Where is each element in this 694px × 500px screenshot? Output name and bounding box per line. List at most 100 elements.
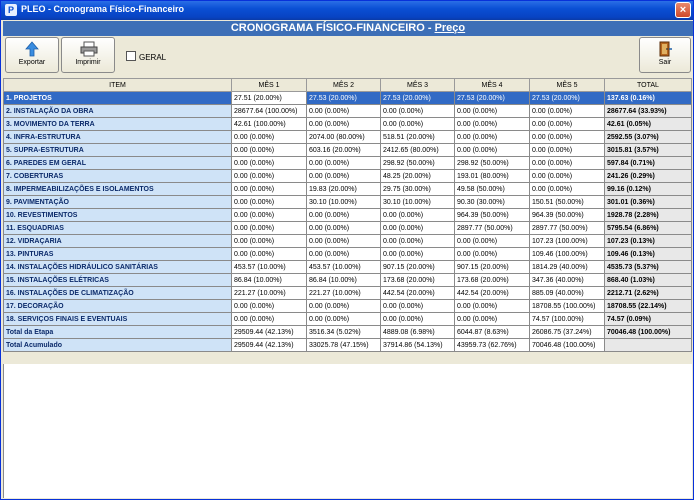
month-2-cell[interactable]: 603.16 (20.00%) — [306, 143, 381, 157]
table-row[interactable]: 8. IMPERMEABILIZAÇÕES E ISOLAMENTOS 0.00 … — [3, 182, 692, 196]
total-cell[interactable]: 1928.78 (2.28%) — [604, 208, 692, 222]
month-4-cell[interactable]: 2897.77 (50.00%) — [454, 221, 530, 235]
table-row[interactable]: 6. PAREDES EM GERAL 0.00 (0.00%) 0.00 (0.0… — [3, 156, 692, 170]
month-1-cell[interactable]: 0.00 (0.00%) — [231, 156, 307, 170]
title-bar[interactable]: P PLEO - Cronograma Físico-Financeiro × — [1, 1, 693, 20]
item-cell[interactable]: 9. PAVIMENTAÇÃO — [3, 195, 232, 209]
month-4-cell[interactable]: 90.30 (30.00%) — [454, 195, 530, 209]
month-4-cell[interactable]: 193.01 (80.00%) — [454, 169, 530, 183]
month-3-cell[interactable]: 0.00 (0.00%) — [380, 299, 455, 313]
item-cell[interactable]: 6. PAREDES EM GERAL — [3, 156, 232, 170]
month-2-cell[interactable]: 0.00 (0.00%) — [306, 299, 381, 313]
month-2-cell[interactable]: 0.00 (0.00%) — [306, 104, 381, 118]
item-cell[interactable]: Total Acumulado — [3, 338, 232, 352]
month-5-cell[interactable]: 18708.55 (100.00%) — [529, 299, 605, 313]
month-4-cell[interactable]: 298.92 (50.00%) — [454, 156, 530, 170]
month-4-cell[interactable]: 0.00 (0.00%) — [454, 104, 530, 118]
total-cell[interactable] — [604, 338, 692, 352]
total-cell[interactable]: 137.63 (0.16%) — [604, 91, 692, 105]
item-cell[interactable]: 3. MOVIMENTO DA TERRA — [3, 117, 232, 131]
month-1-cell[interactable]: 221.27 (10.00%) — [231, 286, 307, 300]
table-row[interactable]: 14. INSTALAÇÕES HIDRÁULICO SANITÁRIAS 453… — [3, 260, 692, 274]
month-5-cell[interactable]: 70046.48 (100.00%) — [529, 338, 605, 352]
item-cell[interactable]: 12. VIDRAÇARIA — [3, 234, 232, 248]
month-2-cell[interactable]: 453.57 (10.00%) — [306, 260, 381, 274]
month-4-cell[interactable]: 0.00 (0.00%) — [454, 117, 530, 131]
month-2-cell[interactable]: 86.84 (10.00%) — [306, 273, 381, 287]
month-5-cell[interactable]: 2897.77 (50.00%) — [529, 221, 605, 235]
month-3-cell[interactable]: 2412.65 (80.00%) — [380, 143, 455, 157]
table-row[interactable]: 12. VIDRAÇARIA 0.00 (0.00%) 0.00 (0.00%) 0.… — [3, 234, 692, 248]
total-cell[interactable]: 99.16 (0.12%) — [604, 182, 692, 196]
month-1-cell[interactable]: 29509.44 (42.13%) — [231, 338, 307, 352]
month-3-cell[interactable]: 4889.08 (6.98%) — [380, 325, 455, 339]
month-3-cell[interactable]: 0.00 (0.00%) — [380, 208, 455, 222]
month-3-cell[interactable]: 0.00 (0.00%) — [380, 117, 455, 131]
month-1-cell[interactable]: 42.61 (100.00%) — [231, 117, 307, 131]
column-header-month-3[interactable]: MÊS 3 — [380, 78, 455, 92]
month-3-cell[interactable]: 30.10 (10.00%) — [380, 195, 455, 209]
month-4-cell[interactable]: 0.00 (0.00%) — [454, 130, 530, 144]
total-cell[interactable]: 4535.73 (5.37%) — [604, 260, 692, 274]
month-5-cell[interactable]: 347.36 (40.00%) — [529, 273, 605, 287]
month-5-cell[interactable]: 964.39 (50.00%) — [529, 208, 605, 222]
month-3-cell[interactable]: 48.25 (20.00%) — [380, 169, 455, 183]
total-cell[interactable]: 74.57 (0.09%) — [604, 312, 692, 326]
item-cell[interactable]: 4. INFRA-ESTRUTURA — [3, 130, 232, 144]
month-2-cell[interactable]: 0.00 (0.00%) — [306, 312, 381, 326]
table-row[interactable]: 17. DECORAÇÃO 0.00 (0.00%) 0.00 (0.00%) 0.0… — [3, 299, 692, 313]
month-5-cell[interactable]: 885.09 (40.00%) — [529, 286, 605, 300]
month-1-cell[interactable]: 29509.44 (42.13%) — [231, 325, 307, 339]
month-5-cell[interactable]: 0.00 (0.00%) — [529, 169, 605, 183]
month-4-cell[interactable]: 0.00 (0.00%) — [454, 312, 530, 326]
month-2-cell[interactable]: 0.00 (0.00%) — [306, 247, 381, 261]
month-2-cell[interactable]: 19.83 (20.00%) — [306, 182, 381, 196]
month-3-cell[interactable]: 173.68 (20.00%) — [380, 273, 455, 287]
month-4-cell[interactable]: 173.68 (20.00%) — [454, 273, 530, 287]
month-2-cell[interactable]: 30.10 (10.00%) — [306, 195, 381, 209]
month-1-cell[interactable]: 0.00 (0.00%) — [231, 221, 307, 235]
item-cell[interactable]: 14. INSTALAÇÕES HIDRÁULICO SANITÁRIAS — [3, 260, 232, 274]
month-5-cell[interactable]: 27.53 (20.00%) — [529, 91, 605, 105]
item-cell[interactable]: 2. INSTALAÇÃO DA OBRA — [3, 104, 232, 118]
month-4-cell[interactable]: 0.00 (0.00%) — [454, 299, 530, 313]
month-2-cell[interactable]: 27.53 (20.00%) — [306, 91, 381, 105]
month-5-cell[interactable]: 0.00 (0.00%) — [529, 104, 605, 118]
month-3-cell[interactable]: 27.53 (20.00%) — [380, 91, 455, 105]
month-1-cell[interactable]: 0.00 (0.00%) — [231, 312, 307, 326]
table-row[interactable]: 15. INSTALAÇÕES ELÉTRICAS 86.84 (10.00%) 8… — [3, 273, 692, 287]
item-cell[interactable]: 11. ESQUADRIAS — [3, 221, 232, 235]
month-3-cell[interactable]: 442.54 (20.00%) — [380, 286, 455, 300]
month-2-cell[interactable]: 0.00 (0.00%) — [306, 169, 381, 183]
month-4-cell[interactable]: 6044.87 (8.63%) — [454, 325, 530, 339]
item-cell[interactable]: 1. PROJETOS — [3, 91, 232, 105]
item-cell[interactable]: 10. REVESTIMENTOS — [3, 208, 232, 222]
month-4-cell[interactable]: 907.15 (20.00%) — [454, 260, 530, 274]
total-cell[interactable]: 42.61 (0.05%) — [604, 117, 692, 131]
total-cell[interactable]: 597.84 (0.71%) — [604, 156, 692, 170]
month-2-cell[interactable]: 0.00 (0.00%) — [306, 117, 381, 131]
table-row[interactable]: 7. COBERTURAS 0.00 (0.00%) 0.00 (0.00%) 48.… — [3, 169, 692, 183]
month-5-cell[interactable]: 1814.29 (40.00%) — [529, 260, 605, 274]
month-3-cell[interactable]: 0.00 (0.00%) — [380, 104, 455, 118]
month-1-cell[interactable]: 0.00 (0.00%) — [231, 247, 307, 261]
month-3-cell[interactable]: 518.51 (20.00%) — [380, 130, 455, 144]
table-row[interactable]: 4. INFRA-ESTRUTURA 0.00 (0.00%) 2074.00 (8… — [3, 130, 692, 144]
table-footer-row[interactable]: Total da Etapa 29509.44 (42.13%) 3516.34 (… — [3, 325, 692, 339]
total-cell[interactable]: 70046.48 (100.00%) — [604, 325, 692, 339]
item-cell[interactable]: 7. COBERTURAS — [3, 169, 232, 183]
item-cell[interactable]: 18. SERVIÇOS FINAIS E EVENTUAIS — [3, 312, 232, 326]
table-row[interactable]: 1. PROJETOS 27.51 (20.00%) 27.53 (20.00%) 2… — [3, 91, 692, 105]
month-3-cell[interactable]: 0.00 (0.00%) — [380, 221, 455, 235]
total-cell[interactable]: 107.23 (0.13%) — [604, 234, 692, 248]
month-4-cell[interactable]: 0.00 (0.00%) — [454, 143, 530, 157]
column-header-month-2[interactable]: MÊS 2 — [306, 78, 381, 92]
item-cell[interactable]: 15. INSTALAÇÕES ELÉTRICAS — [3, 273, 232, 287]
month-1-cell[interactable]: 453.57 (10.00%) — [231, 260, 307, 274]
month-5-cell[interactable]: 109.46 (100.00%) — [529, 247, 605, 261]
month-5-cell[interactable]: 74.57 (100.00%) — [529, 312, 605, 326]
geral-checkbox-box[interactable] — [126, 51, 136, 61]
month-2-cell[interactable]: 2074.00 (80.00%) — [306, 130, 381, 144]
month-2-cell[interactable]: 0.00 (0.00%) — [306, 208, 381, 222]
month-1-cell[interactable]: 0.00 (0.00%) — [231, 195, 307, 209]
